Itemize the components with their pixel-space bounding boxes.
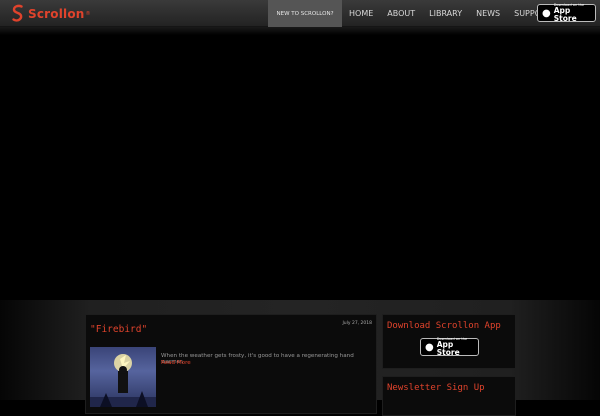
post-date: July 27, 2018: [342, 321, 372, 326]
sidebar-app-store-button[interactable]: ● Download on the App Store: [420, 337, 479, 357]
hero-shadow: [0, 27, 600, 35]
scrollon-s-icon: [12, 4, 23, 22]
post-excerpt: When the weather gets frosty, it's good …: [161, 353, 354, 365]
nav-home[interactable]: HOME: [342, 0, 380, 27]
newsletter-title: Newsletter Sign Up: [387, 383, 485, 393]
nav-news[interactable]: NEWS: [469, 0, 507, 27]
main-nav: NEW TO SCROLLON? HOME ABOUT LIBRARY NEWS…: [268, 0, 558, 27]
nav-new-to-scrollon[interactable]: NEW TO SCROLLON?: [268, 0, 342, 27]
appstore-big-text: App Store: [553, 6, 577, 23]
registered-mark: ®: [85, 10, 91, 17]
post-thumbnail[interactable]: [90, 347, 156, 407]
apple-icon: ●: [542, 7, 551, 19]
scrollon-logo[interactable]: Scrollon ®: [11, 4, 91, 23]
firebird-illustration: [90, 354, 156, 407]
nav-library[interactable]: LIBRARY: [422, 0, 469, 27]
header-app-store-button[interactable]: ● Download on the App Store: [537, 3, 596, 23]
nav-about[interactable]: ABOUT: [380, 0, 422, 27]
logo-text: Scrollon: [28, 6, 85, 21]
download-app-panel: Download Scrollon App ● Download on the …: [382, 314, 516, 369]
top-navigation-bar: Scrollon ® NEW TO SCROLLON? HOME ABOUT LI…: [0, 0, 600, 27]
hero-video-area: [0, 27, 600, 305]
download-app-title: Download Scrollon App: [387, 321, 501, 331]
newsletter-panel: Newsletter Sign Up: [382, 376, 516, 416]
read-more-link[interactable]: Read More: [161, 360, 191, 366]
news-post-card: "Firebird" July 27, 2018 When the weathe…: [85, 314, 377, 414]
post-title[interactable]: "Firebird": [90, 324, 147, 335]
apple-icon: ●: [425, 341, 434, 353]
appstore-big-text: App Store: [436, 340, 460, 357]
